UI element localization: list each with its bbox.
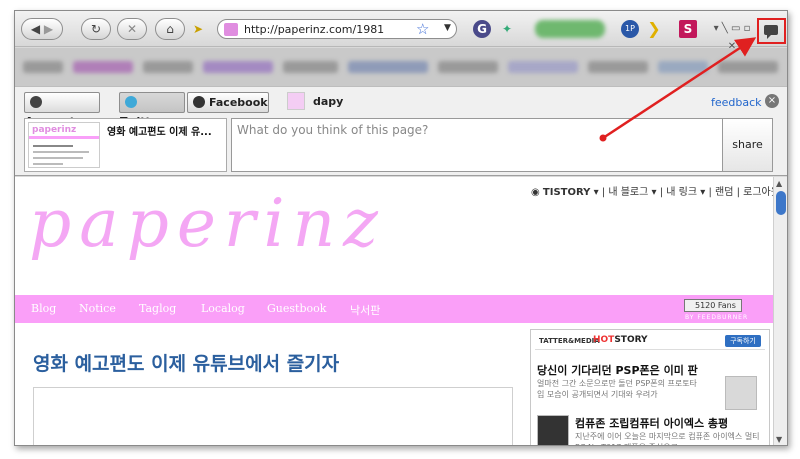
my-link-dropdown[interactable]: ▾	[700, 187, 705, 198]
hot-story-thumbnail[interactable]	[725, 376, 757, 410]
menu-localog[interactable]: Localog	[201, 302, 245, 315]
reload-icon: ↻	[90, 22, 102, 36]
thumbnail-logo: paperinz	[32, 125, 77, 135]
random-link[interactable]: 랜덤	[715, 187, 733, 198]
tistory-dropdown[interactable]: ▾	[594, 187, 599, 198]
web-page: ◉ TISTORY ▾ | 내 블로그 ▾ | 내 링크 ▾ | 랜덤 | 로그…	[15, 177, 773, 445]
menu-blog[interactable]: Blog	[31, 302, 56, 315]
feedburner-badge[interactable]: 5120 Fans	[684, 299, 742, 312]
tatter-media-logo: TATTER&MEDIA	[539, 337, 600, 345]
gear-icon	[30, 96, 42, 108]
menu-taglog[interactable]: Taglog	[139, 302, 176, 315]
chat-icon[interactable]	[764, 25, 778, 39]
bookmark-star-icon[interactable]: ☆	[416, 20, 429, 38]
facebook-label: Facebook	[209, 96, 268, 109]
vertical-scrollbar[interactable]: ▲ ▼	[773, 177, 787, 445]
home-icon: ⌂	[166, 22, 174, 36]
browser-window: ◀ ▶ ↻ ✕ ⌂ ➤ http://paperinz.com/1981 ☆ ▼…	[14, 10, 788, 446]
avatar	[287, 92, 305, 110]
blurred-bookmarks	[15, 48, 787, 86]
fans-label: Fans	[717, 301, 736, 310]
my-blog-link[interactable]: 내 블로그	[608, 187, 648, 198]
hot-story-desc-2: 지난주에 이어 오늘은 마지막으로 컴퓨존 아이엑스 멀티PC No.T017 …	[575, 432, 760, 445]
stop-icon: ✕	[126, 22, 138, 36]
url-text[interactable]: http://paperinz.com/1981	[244, 23, 384, 36]
tistory-bar: ◉ TISTORY ▾ | 내 블로그 ▾ | 내 링크 ▾ | 랜덤 | 로그…	[531, 183, 773, 198]
preview-title: 영화 예고편도 이제 유...	[107, 127, 212, 138]
menu-notice[interactable]: Notice	[79, 302, 116, 315]
menu-scribble[interactable]: 낙서판	[350, 302, 380, 318]
scroll-thumb[interactable]	[776, 191, 786, 215]
url-dropdown-icon[interactable]: ▼	[444, 23, 451, 33]
my-blog-dropdown[interactable]: ▾	[652, 187, 657, 198]
fans-count: 5120	[695, 301, 716, 310]
navigation-toolbar: ◀ ▶ ↻ ✕ ⌂ ➤ http://paperinz.com/1981 ☆ ▼…	[15, 11, 787, 52]
bookmarks-bar	[15, 48, 787, 86]
scroll-up-icon[interactable]: ▲	[776, 179, 782, 188]
addon-blurred[interactable]	[535, 20, 605, 38]
close-icon[interactable]: ×	[765, 94, 779, 108]
story-label: STORY	[614, 335, 648, 345]
scroll-down-icon[interactable]: ▼	[776, 435, 782, 444]
page-preview: paperinz 영화 예고편도 이제 유...	[24, 118, 227, 172]
comment-input[interactable]: What do you think of this page?	[231, 118, 723, 172]
twitter-tab[interactable]: Twitter	[119, 92, 185, 128]
cursor-icon: ➤	[192, 22, 204, 36]
subscribe-button[interactable]: 구독하기	[725, 335, 761, 347]
addon-chevron-icon[interactable]: ❯	[647, 20, 661, 38]
hot-story-header: TATTER&MEDIA HOTSTORY 구독하기	[535, 334, 765, 350]
share-panel: Accounts Twitter Facebook dapy feedback …	[15, 86, 787, 176]
back-forward-buttons[interactable]: ◀ ▶	[21, 18, 63, 40]
tistory-logo[interactable]: TISTORY	[543, 187, 590, 198]
back-icon[interactable]: ◀	[31, 22, 40, 36]
hot-story-title: HOTSTORY	[593, 335, 648, 345]
hot-story-desc-1: 얼마전 그간 소문으로만 돌던 PSP폰의 프로토타입 모습이 공개되면서 기대…	[537, 379, 697, 399]
hot-label: HOT	[593, 335, 615, 345]
forward-icon[interactable]: ▶	[44, 22, 53, 36]
share-button[interactable]: share	[722, 118, 773, 172]
hot-story-widget: TATTER&MEDIA HOTSTORY 구독하기 당신이 기다리던 PSP폰…	[530, 329, 770, 445]
home-button[interactable]: ⌂	[155, 18, 185, 40]
tistory-icon: ◉	[531, 187, 540, 198]
addon-s-icon[interactable]: S	[679, 20, 697, 38]
site-menu: Blog Notice Taglog Localog Guestbook 낙서판…	[15, 295, 773, 323]
feedburner-label: BY FEEDBURNER	[685, 314, 749, 321]
twitter-icon	[125, 96, 137, 108]
addon-g-icon[interactable]: G	[473, 20, 491, 38]
addon-puzzle-icon[interactable]: ✦	[499, 20, 515, 38]
addon-1p-icon[interactable]: 1P	[621, 20, 639, 38]
accounts-button[interactable]: Accounts	[24, 92, 100, 128]
feedback-link[interactable]: feedback	[711, 96, 762, 109]
favicon	[224, 23, 238, 36]
page-thumbnail: paperinz	[28, 122, 100, 168]
facebook-icon	[193, 96, 205, 108]
site-logo[interactable]: paperinz	[29, 185, 386, 262]
post-content-box	[33, 387, 513, 445]
window-controls[interactable]: ▾ ╲ ▭ ▫ ✕	[709, 20, 755, 52]
hot-story-title-1[interactable]: 당신이 기다리던 PSP폰은 이미 판	[537, 362, 698, 378]
my-link[interactable]: 내 링크	[666, 187, 697, 198]
username: dapy	[313, 95, 344, 108]
reload-button[interactable]: ↻	[81, 18, 111, 40]
address-bar[interactable]: http://paperinz.com/1981 ☆ ▼	[217, 19, 457, 39]
hot-story-title-2[interactable]: 컴퓨존 조립컴퓨터 아이엑스 총평	[575, 415, 728, 431]
menu-guestbook[interactable]: Guestbook	[267, 302, 326, 315]
facebook-tab[interactable]: Facebook	[187, 92, 269, 113]
stop-button[interactable]: ✕	[117, 18, 147, 40]
logout-link[interactable]: 로그아웃	[743, 187, 773, 198]
post-title[interactable]: 영화 예고편도 이제 유튜브에서 즐기자	[33, 349, 339, 376]
hot-story-thumbnail[interactable]	[537, 415, 569, 445]
